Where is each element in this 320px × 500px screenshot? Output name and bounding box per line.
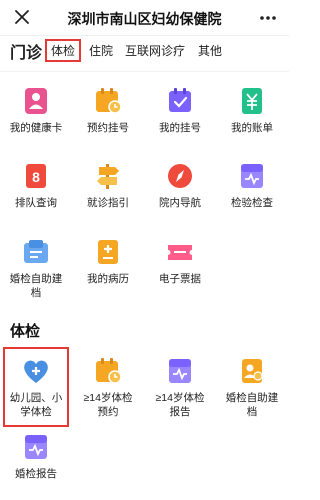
adult-checkup-appointment-label: ≥14岁体检预约 <box>83 392 133 418</box>
tab-outpatient[interactable]: 门诊 <box>10 39 42 63</box>
premarital-archive-button[interactable]: 婚检自助建档 <box>0 237 72 300</box>
appointment-button[interactable]: 预约挂号 <box>72 86 144 135</box>
adult-checkup-report-label: ≥14岁体检报告 <box>155 392 205 418</box>
report-pulse-icon <box>169 359 191 383</box>
premarital-checkup-archive-label: 婚检自助建档 <box>225 392 279 418</box>
more-options-icon[interactable] <box>259 9 277 27</box>
adult-checkup-appointment-button[interactable]: ≥14岁体检预约 <box>72 356 144 419</box>
heart-plus-icon <box>24 360 48 383</box>
bill-button[interactable]: 我的账单 <box>216 86 288 135</box>
appointment-label: 预约挂号 <box>87 122 129 134</box>
premarital-archive-icon <box>24 240 48 263</box>
lab-report-icon <box>241 164 263 188</box>
page-title: 深圳市南山区妇幼保健院 <box>67 11 222 27</box>
lab-test-label: 检验检查 <box>231 197 273 209</box>
premarital-checkup-icon <box>242 359 263 383</box>
medical-record-label: 我的病历 <box>87 273 129 285</box>
premarital-report-label: 婚检报告 <box>15 468 57 480</box>
navigation-button[interactable]: 院内导航 <box>144 161 216 210</box>
e-receipt-icon <box>168 245 192 260</box>
guide-button[interactable]: 就诊指引 <box>72 161 144 210</box>
health-card-label: 我的健康卡 <box>9 122 63 134</box>
queue-label: 排队查询 <box>15 197 57 209</box>
health-card-button[interactable]: 我的健康卡 <box>0 86 72 135</box>
e-receipt-button[interactable]: 电子票据 <box>144 237 216 286</box>
lab-test-button[interactable]: 检验检查 <box>216 161 288 210</box>
category-tabs: 门诊 体检 住院 互联网诊疗 其他 <box>0 38 289 72</box>
adult-checkup-report-button[interactable]: ≥14岁体检报告 <box>144 356 216 419</box>
appointment-icon <box>96 88 122 114</box>
my-registration-button[interactable]: 我的挂号 <box>144 86 216 135</box>
tab-other[interactable]: 其他 <box>198 42 222 59</box>
svg-text:8: 8 <box>32 169 40 185</box>
checkup-section-title: 体检 <box>10 323 41 340</box>
guide-label: 就诊指引 <box>87 197 129 209</box>
premarital-checkup-archive-button[interactable]: 婚检自助建档 <box>216 356 288 419</box>
navigation-label: 院内导航 <box>159 197 201 209</box>
tab-inpatient[interactable]: 住院 <box>89 42 113 59</box>
calendar-clock-icon <box>96 358 122 384</box>
guide-signpost-icon <box>97 164 119 189</box>
queue-button[interactable]: 8 排队查询 <box>0 161 72 210</box>
premarital-report-icon <box>25 435 47 459</box>
health-card-icon <box>25 88 47 114</box>
kindergarten-checkup-label: 幼儿园、小学体检 <box>9 392 63 418</box>
title-bar: 深圳市南山区妇幼保健院 <box>0 0 289 36</box>
queue-icon: 8 <box>26 164 46 188</box>
bill-icon <box>242 88 262 114</box>
medical-record-button[interactable]: 我的病历 <box>72 237 144 286</box>
tab-internet-clinic[interactable]: 互联网诊疗 <box>125 42 185 59</box>
my-registration-label: 我的挂号 <box>159 122 201 134</box>
compass-icon <box>168 164 192 188</box>
e-receipt-label: 电子票据 <box>159 273 201 285</box>
bill-label: 我的账单 <box>231 122 273 134</box>
premarital-archive-label: 婚检自助建档 <box>9 273 63 299</box>
medical-record-icon <box>98 240 118 264</box>
premarital-report-button[interactable]: 婚检报告 <box>0 432 72 481</box>
kindergarten-checkup-button[interactable]: 幼儿园、小学体检 <box>0 356 72 419</box>
tab-checkup[interactable]: 体检 <box>45 39 82 62</box>
my-registration-icon <box>169 88 191 112</box>
